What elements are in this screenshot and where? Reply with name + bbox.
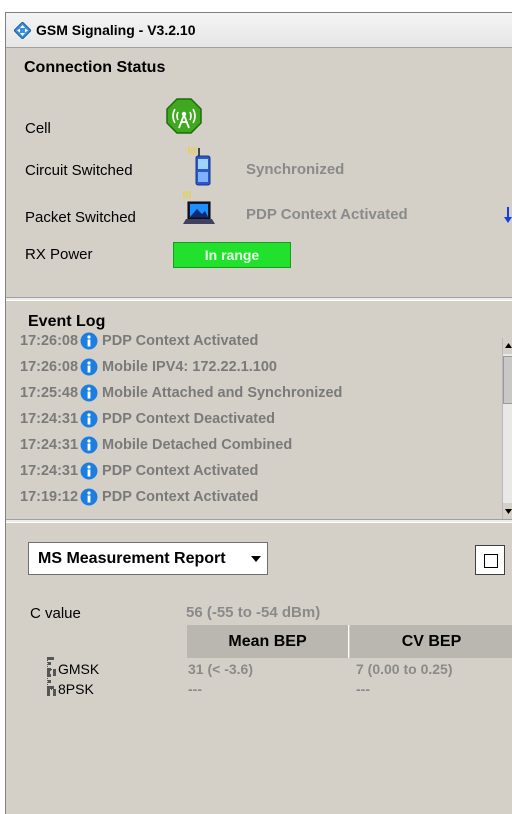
log-entry[interactable]: 17:26:08 Mobile IPV4: 172.22.1.100 xyxy=(20,354,342,380)
gsm-signaling-window: GSM Signaling - V3.2.10 Connection Statu… xyxy=(5,12,512,814)
log-entry[interactable]: 17:24:31 PDP Context Deactivated xyxy=(20,406,342,432)
scroll-down-button[interactable] xyxy=(503,503,512,519)
cell-tower-icon xyxy=(166,98,202,134)
connection-status-heading: Connection Status xyxy=(24,59,166,76)
log-time: 17:24:31 xyxy=(20,437,79,453)
log-entry[interactable]: 17:26:08 PDP Context Activated xyxy=(20,328,342,354)
event-log-scrollbar[interactable] xyxy=(502,338,512,519)
log-message: Mobile Attached and Synchronized xyxy=(102,385,343,401)
cell-label: Cell xyxy=(25,120,51,137)
info-icon xyxy=(80,410,98,428)
log-entry[interactable]: 17:25:48 Mobile Attached and Synchronize… xyxy=(20,380,342,406)
c-value: 56 (-55 to -54 dBm) xyxy=(186,604,321,621)
tree-connector xyxy=(47,669,56,673)
info-icon xyxy=(80,384,98,402)
event-log-panel: Event Log 17:26:08 PDP Context Activated… xyxy=(6,301,512,519)
cv-bep-value: 7 (0.00 to 0.25) xyxy=(356,661,453,677)
tree-connector xyxy=(47,657,51,689)
report-checkbox[interactable] xyxy=(475,545,505,575)
packet-switched-status: PDP Context Activated xyxy=(246,206,408,223)
info-icon xyxy=(80,436,98,454)
column-header-mean-bep: Mean BEP xyxy=(187,625,349,658)
mean-bep-value: --- xyxy=(188,681,202,697)
info-icon xyxy=(80,462,98,480)
event-log-list: 17:26:08 PDP Context Activated 17:26:08 … xyxy=(20,328,342,510)
log-message: PDP Context Activated xyxy=(102,489,259,505)
chevron-down-icon xyxy=(505,509,512,514)
report-type-value: MS Measurement Report xyxy=(38,550,226,567)
c-value-label: C value xyxy=(30,605,81,622)
modulation-label: 8PSK xyxy=(58,681,94,697)
rx-power-label: RX Power xyxy=(25,246,93,263)
circuit-switched-label: Circuit Switched xyxy=(25,162,133,179)
diamond-arrows-icon xyxy=(14,22,31,39)
log-entry[interactable]: 17:19:12 PDP Context Activated xyxy=(20,484,342,510)
modulation-label: GMSK xyxy=(58,661,100,677)
column-header-cv-bep: CV BEP xyxy=(350,625,512,658)
mean-bep-value: 31 (< -3.6) xyxy=(188,661,253,677)
chevron-up-icon xyxy=(505,343,512,348)
log-entry[interactable]: 17:24:31 Mobile Detached Combined xyxy=(20,432,342,458)
tree-connector xyxy=(47,689,56,693)
log-message: PDP Context Deactivated xyxy=(102,411,276,427)
packet-switched-label: Packet Switched xyxy=(25,209,136,226)
log-time: 17:26:08 xyxy=(20,359,79,375)
down-arrow-icon[interactable] xyxy=(503,205,512,225)
log-entry[interactable]: 17:24:31 PDP Context Activated xyxy=(20,458,342,484)
info-icon xyxy=(80,358,98,376)
chevron-down-icon xyxy=(251,556,261,562)
log-time: 17:24:31 xyxy=(20,411,79,427)
log-time: 17:25:48 xyxy=(20,385,79,401)
title-bar[interactable]: GSM Signaling - V3.2.10 xyxy=(6,13,512,48)
log-message: Mobile IPV4: 172.22.1.100 xyxy=(102,359,277,375)
window-title: GSM Signaling - V3.2.10 xyxy=(36,22,196,38)
info-icon xyxy=(80,332,98,350)
measurement-panel: MS Measurement Report C value 56 (-55 to… xyxy=(6,523,512,814)
checkbox-box xyxy=(484,554,498,568)
log-message: PDP Context Activated xyxy=(102,463,259,479)
scroll-thumb[interactable] xyxy=(503,356,512,404)
log-time: 17:19:12 xyxy=(20,489,79,505)
info-icon xyxy=(80,488,98,506)
laptop-icon xyxy=(183,191,215,224)
log-message: Mobile Detached Combined xyxy=(102,437,293,453)
circuit-switched-status: Synchronized xyxy=(246,161,345,178)
rx-power-indicator: In range xyxy=(173,242,291,268)
log-time: 17:26:08 xyxy=(20,333,79,349)
report-type-dropdown[interactable]: MS Measurement Report xyxy=(28,542,268,575)
scroll-up-button[interactable] xyxy=(503,338,512,354)
log-message: PDP Context Activated xyxy=(102,333,259,349)
mobile-phone-icon xyxy=(188,147,211,186)
connection-status-panel: Connection Status Cell Circuit Switched … xyxy=(6,49,512,297)
cv-bep-value: --- xyxy=(356,681,370,697)
log-time: 17:24:31 xyxy=(20,463,79,479)
